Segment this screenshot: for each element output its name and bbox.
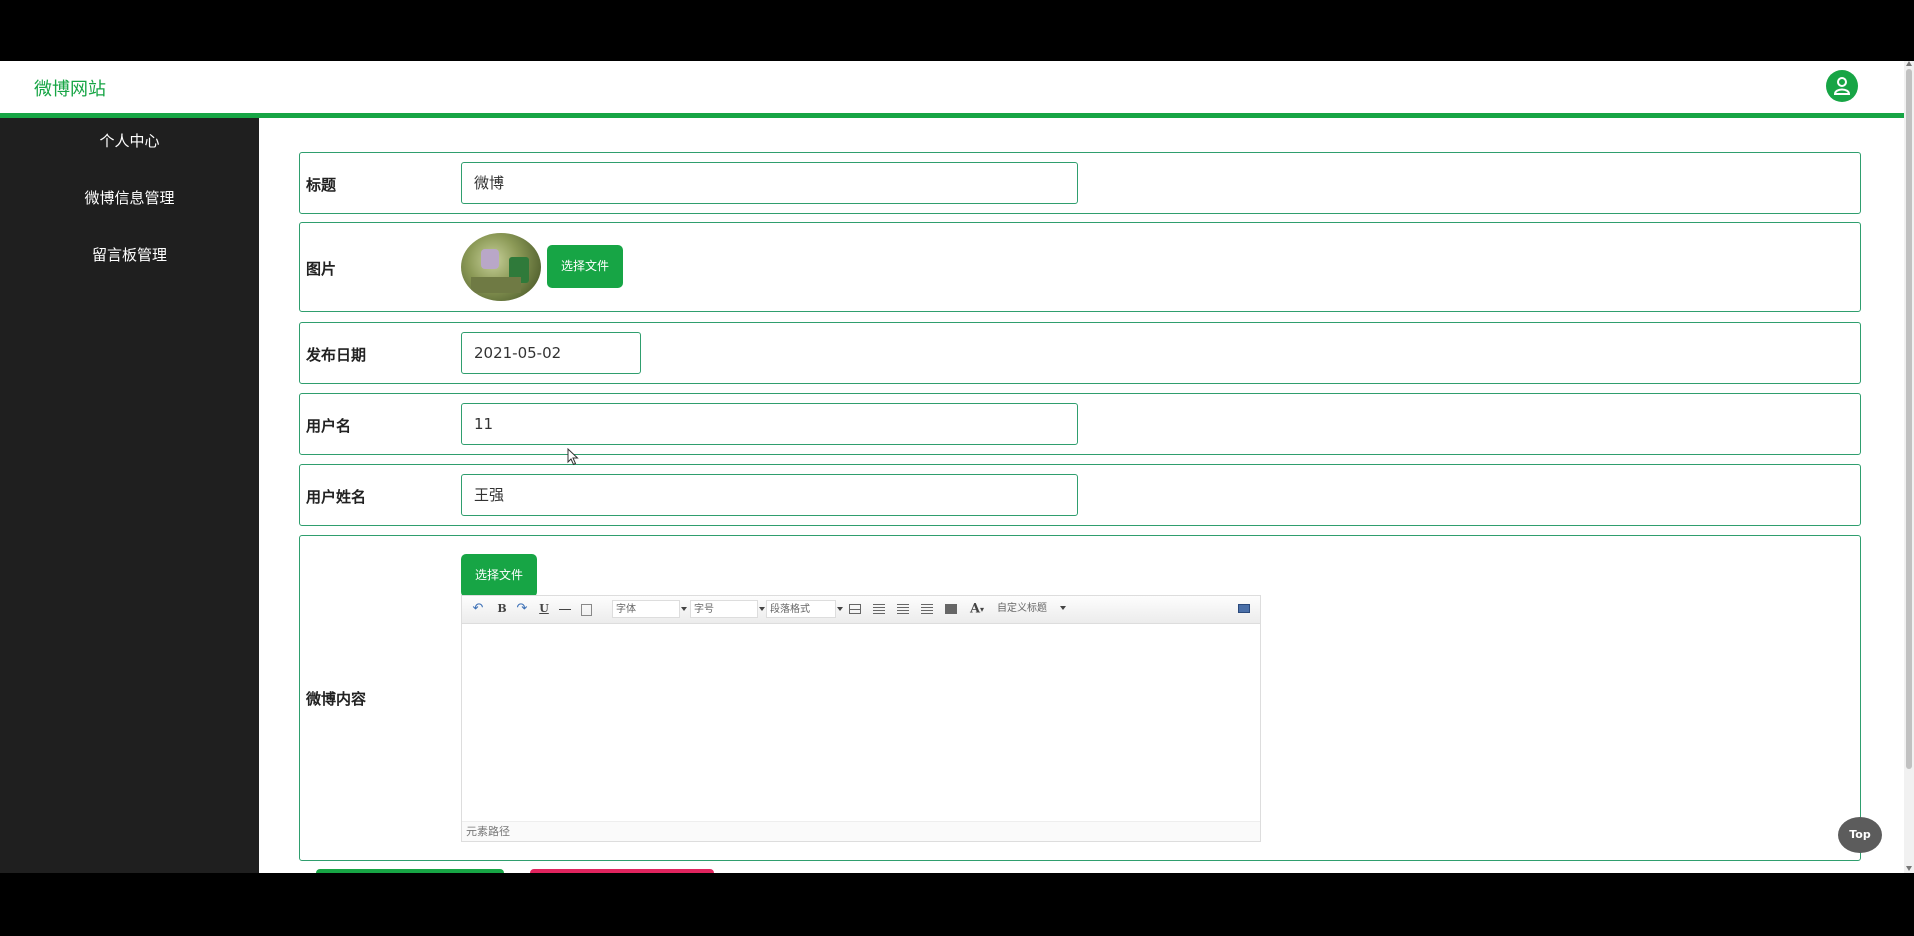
align-center-icon[interactable] <box>894 601 912 617</box>
bold-button[interactable]: B <box>494 601 510 617</box>
form-row-title: 标题 微博 <box>299 152 1861 214</box>
font-size-select-value: 字号 <box>694 604 714 615</box>
paragraph-format-select[interactable]: 段落格式 <box>766 600 843 618</box>
align-right-icon[interactable] <box>918 601 936 617</box>
sidebar-item-weibo-management[interactable]: 微博信息管理 <box>0 175 259 232</box>
form-row-username: 用户名 11 <box>299 393 1861 455</box>
chevron-down-icon <box>1060 606 1066 610</box>
site-title[interactable]: 微博网站 <box>34 75 106 101</box>
eraser-icon[interactable] <box>578 601 594 617</box>
user-avatar[interactable] <box>1826 70 1858 102</box>
sidebar-item-message-board[interactable]: 留言板管理 <box>0 232 259 289</box>
form-row-content: 微博内容 选择文件 ↶ B ↷ U 字体 字号 段落格式 A▾ 自定义标题 元素… <box>299 535 1861 861</box>
mouse-cursor-icon <box>567 448 579 466</box>
top-header: 微博网站 <box>0 61 1904 118</box>
chevron-down-icon <box>759 607 765 611</box>
real-name-input[interactable]: 王强 <box>461 474 1078 516</box>
editor-content-area[interactable] <box>462 624 1260 820</box>
horizontal-rule-icon[interactable] <box>556 601 574 617</box>
align-left-icon[interactable] <box>870 601 888 617</box>
publish-date-label: 发布日期 <box>306 346 367 364</box>
chevron-down-icon <box>837 607 843 611</box>
real-name-label: 用户姓名 <box>306 488 367 506</box>
custom-title-select-value: 自定义标题 <box>997 603 1047 614</box>
underline-button[interactable]: U <box>536 601 552 617</box>
sidebar: 个人中心 微博信息管理 留言板管理 <box>0 118 259 873</box>
chevron-down-icon <box>681 607 687 611</box>
form-row-image: 图片 选择文件 <box>299 222 1861 312</box>
title-input[interactable]: 微博 <box>461 162 1078 204</box>
font-family-select[interactable]: 字体 <box>612 600 687 618</box>
table-icon[interactable] <box>846 601 864 617</box>
custom-title-select[interactable]: 自定义标题 <box>994 600 1066 618</box>
submit-button-partial[interactable] <box>316 869 504 873</box>
username-input[interactable]: 11 <box>461 403 1078 445</box>
back-to-top-button[interactable]: Top <box>1838 817 1882 853</box>
scrollbar-thumb[interactable] <box>1906 69 1912 769</box>
form-row-real-name: 用户姓名 王强 <box>299 464 1861 526</box>
page-scrollbar[interactable] <box>1904 61 1914 873</box>
undo-icon[interactable]: ↶ <box>470 601 486 617</box>
image-thumbnail <box>461 233 541 301</box>
font-family-select-value: 字体 <box>616 604 636 615</box>
content-choose-file-button[interactable]: 选择文件 <box>461 554 537 597</box>
reset-button-partial[interactable] <box>530 869 714 873</box>
browser-viewport: 微博网站 个人中心 微博信息管理 留言板管理 标题 微博 图片 选择文件 发布日… <box>0 61 1904 873</box>
content-label: 微博内容 <box>306 690 367 708</box>
username-label: 用户名 <box>306 417 352 435</box>
editor-element-path: 元素路径 <box>462 821 1260 841</box>
sidebar-item-personal-center[interactable]: 个人中心 <box>0 118 259 175</box>
title-label: 标题 <box>306 176 337 194</box>
paragraph-format-select-value: 段落格式 <box>770 604 810 615</box>
image-choose-file-button[interactable]: 选择文件 <box>547 245 623 288</box>
source-code-icon[interactable] <box>1236 601 1252 617</box>
user-icon <box>1833 77 1851 95</box>
font-color-button[interactable]: A▾ <box>966 601 988 617</box>
form-row-publish-date: 发布日期 2021-05-02 <box>299 322 1861 384</box>
editor-toolbar: ↶ B ↷ U 字体 字号 段落格式 A▾ 自定义标题 <box>462 596 1260 624</box>
scroll-up-icon[interactable] <box>1906 61 1912 66</box>
scroll-down-icon[interactable] <box>1906 866 1912 871</box>
justify-icon[interactable] <box>942 601 960 617</box>
redo-icon[interactable]: ↷ <box>514 601 530 617</box>
font-size-select[interactable]: 字号 <box>690 600 765 618</box>
publish-date-input[interactable]: 2021-05-02 <box>461 332 641 374</box>
image-label: 图片 <box>306 260 337 278</box>
font-color-label: A <box>969 601 981 617</box>
rich-text-editor: ↶ B ↷ U 字体 字号 段落格式 A▾ 自定义标题 元素路径 <box>461 595 1261 842</box>
